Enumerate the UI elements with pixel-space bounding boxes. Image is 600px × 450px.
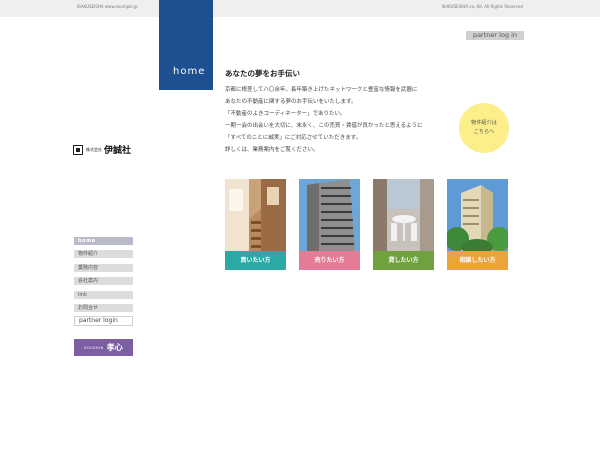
partner-login-button-top[interactable]: partner log in [466, 31, 524, 40]
circle-button-line2: こちらへ [473, 129, 495, 135]
logo-prefix: 株式会社 [86, 146, 102, 152]
card-sell[interactable]: 売りたい方 [299, 179, 360, 270]
nav-item-services[interactable]: 業務内容 [74, 264, 133, 272]
copyright-text: ISAKUSEISHA co.,ltd. All Rights Reserved [441, 4, 523, 9]
card-label: 相談したい方 [447, 251, 508, 270]
logo-mark-icon [73, 144, 83, 155]
koushin-banner[interactable]: KOUSHIN 孝心 [74, 339, 133, 356]
card-consult[interactable]: 相談したい方 [447, 179, 508, 270]
terrace-table-photo [373, 179, 434, 251]
intro-line: 「すべてのことに誠実」にご対応させていただきます。 [225, 135, 362, 141]
koushin-english: KOUSHIN [84, 345, 104, 350]
card-label: 買いたい方 [225, 251, 286, 270]
apartment-building-photo [299, 179, 360, 251]
property-info-circle-button[interactable]: 物件紹介は こちらへ [459, 103, 509, 153]
card-label: 貸したい方 [373, 251, 434, 270]
partner-login-button[interactable]: partner login [74, 316, 133, 326]
nav-item-contact[interactable]: お問合せ [74, 304, 133, 312]
tower-with-trees-photo [447, 179, 508, 251]
nav-item-properties[interactable]: 物件紹介 [74, 250, 133, 258]
page-title: home [173, 66, 206, 77]
intro-text: 京都に根差して八〇余年。長年築き上げたネットワークと豊富な情報を武器に あなたの… [225, 84, 440, 156]
headline: あなたの夢をお手伝い [225, 69, 300, 78]
intro-line: 詳しくは、業務案内をご覧ください。 [225, 147, 319, 153]
koushin-japanese: 孝心 [106, 342, 123, 352]
company-logo[interactable]: 株式会社 伊誠社 [73, 143, 131, 156]
card-label: 売りたい方 [299, 251, 360, 270]
nav-item-company[interactable]: 会社案内 [74, 277, 133, 285]
intro-line: 「不動産のよきコーディネーター」でありたい。 [225, 111, 346, 117]
interior-stairs-photo [225, 179, 286, 251]
intro-line: あなたの不動産に関する夢のお手伝いをいたします。 [225, 99, 357, 105]
nav-item-home[interactable]: home [74, 237, 133, 245]
top-left-text: ISAKUSEISHA www.example.jp [77, 4, 138, 9]
card-buy[interactable]: 買いたい方 [225, 179, 286, 270]
card-lend[interactable]: 貸したい方 [373, 179, 434, 270]
intro-line: 京都に根差して八〇余年。長年築き上げたネットワークと豊富な情報を武器に [225, 87, 418, 93]
nav-item-link[interactable]: link [74, 291, 133, 299]
top-bar: ISAKUSEISHA www.example.jp ISAKUSEISHA c… [0, 0, 600, 17]
logo-name: 伊誠社 [104, 146, 132, 156]
intro-line: 一期一会の出会いを大切に、末永く、この売買・賃借が良かったと思えるように [225, 123, 423, 129]
circle-button-line1: 物件紹介は [471, 120, 497, 126]
